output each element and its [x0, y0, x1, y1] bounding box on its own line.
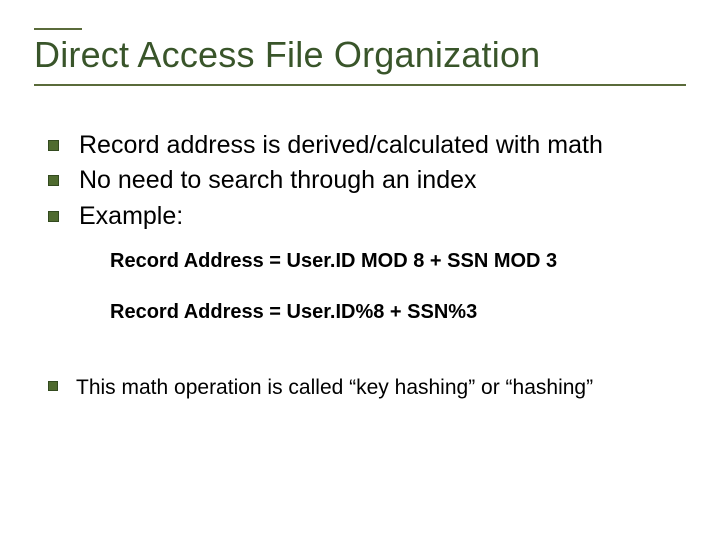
list-item: This math operation is called “key hashi…	[48, 374, 676, 401]
example-line: Record Address = User.ID MOD 8 + SSN MOD…	[110, 250, 676, 273]
title-rule-bottom	[34, 84, 686, 86]
slide: Direct Access File Organization Record a…	[0, 0, 720, 540]
list-item: Example:	[48, 201, 676, 232]
bullet-text: Example:	[79, 201, 183, 232]
bullet-icon	[48, 211, 59, 222]
slide-title: Direct Access File Organization	[34, 34, 686, 82]
title-rule-top	[34, 28, 82, 30]
bullet-text: Record address is derived/calculated wit…	[79, 130, 603, 161]
title-block: Direct Access File Organization	[34, 28, 686, 86]
bullet-list: Record address is derived/calculated wit…	[48, 130, 676, 232]
bullet-text: This math operation is called “key hashi…	[76, 374, 593, 401]
bullet-icon	[48, 140, 59, 151]
slide-body: Record address is derived/calculated wit…	[34, 86, 686, 401]
bullet-icon	[48, 381, 58, 391]
bullet-text: No need to search through an index	[79, 165, 477, 196]
footer-block: This math operation is called “key hashi…	[48, 352, 676, 401]
list-item: Record address is derived/calculated wit…	[48, 130, 676, 161]
list-item: No need to search through an index	[48, 165, 676, 196]
example-line: Record Address = User.ID%8 + SSN%3	[110, 301, 676, 324]
bullet-icon	[48, 175, 59, 186]
example-block: Record Address = User.ID MOD 8 + SSN MOD…	[48, 236, 676, 324]
